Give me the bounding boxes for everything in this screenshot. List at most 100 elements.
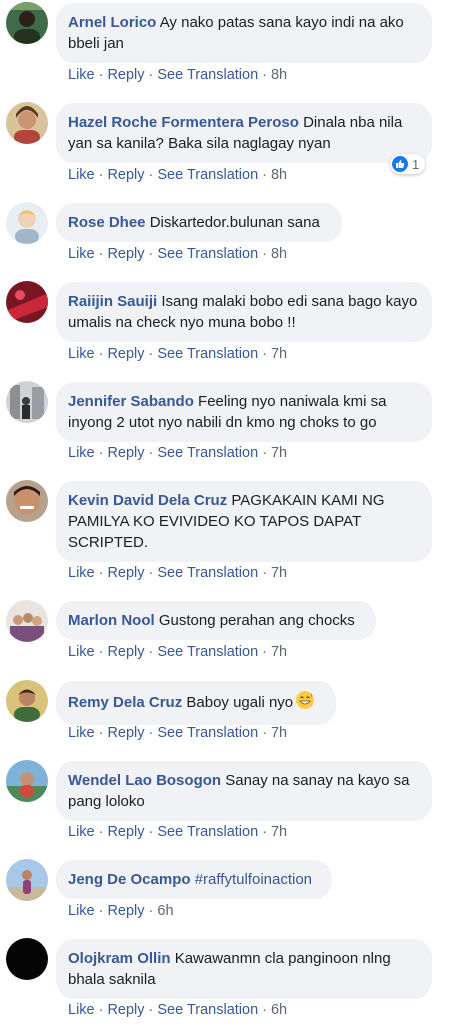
comment-author[interactable]: Olojkram Ollin bbox=[68, 950, 171, 967]
separator: · bbox=[262, 1002, 267, 1018]
avatar[interactable] bbox=[6, 2, 48, 44]
separator: · bbox=[262, 565, 267, 581]
comment-bubble: Marlon Nool Gustong perahan ang chocks bbox=[56, 601, 376, 640]
separator: · bbox=[148, 67, 154, 83]
separator: · bbox=[262, 246, 267, 262]
avatar[interactable] bbox=[6, 859, 48, 901]
comment-timestamp[interactable]: 7h bbox=[271, 644, 287, 660]
like-link[interactable]: Like bbox=[68, 565, 95, 581]
separator: · bbox=[98, 903, 104, 919]
comment-actions: Like · Reply · See Translation · 7h bbox=[68, 824, 287, 840]
separator: · bbox=[98, 445, 104, 461]
comment-author[interactable]: Hazel Roche Formentera Peroso bbox=[68, 114, 299, 131]
separator: · bbox=[262, 725, 267, 741]
reaction-count-badge[interactable]: 1 bbox=[390, 154, 426, 174]
like-link[interactable]: Like bbox=[68, 1002, 95, 1018]
see-translation-link[interactable]: See Translation bbox=[157, 1002, 258, 1018]
comment-bubble: Hazel Roche Formentera Peroso Dinala nba… bbox=[56, 103, 432, 163]
comment-timestamp[interactable]: 6h bbox=[157, 903, 173, 919]
see-translation-link[interactable]: See Translation bbox=[157, 246, 258, 262]
comment-text: Gustong perahan ang chocks bbox=[158, 612, 355, 629]
separator: · bbox=[262, 67, 267, 83]
like-link[interactable]: Like bbox=[68, 445, 95, 461]
separator: · bbox=[148, 167, 154, 183]
comment-author[interactable]: Wendel Lao Bosogon bbox=[68, 772, 221, 789]
separator: · bbox=[148, 445, 154, 461]
comment-author[interactable]: Jeng De Ocampo bbox=[68, 871, 191, 888]
like-link[interactable]: Like bbox=[68, 725, 95, 741]
comment-author[interactable]: Rose Dhee bbox=[68, 214, 146, 231]
like-link[interactable]: Like bbox=[68, 67, 95, 83]
see-translation-link[interactable]: See Translation bbox=[157, 565, 258, 581]
see-translation-link[interactable]: See Translation bbox=[157, 725, 258, 741]
avatar[interactable] bbox=[6, 480, 48, 522]
reply-link[interactable]: Reply bbox=[107, 903, 144, 919]
comment-author[interactable]: Remy Dela Cruz bbox=[68, 694, 182, 711]
comment-bubble: Arnel Lorico Ay nako patas sana kayo ind… bbox=[56, 3, 432, 63]
like-link[interactable]: Like bbox=[68, 167, 95, 183]
separator: · bbox=[262, 346, 267, 362]
separator: · bbox=[148, 644, 154, 660]
see-translation-link[interactable]: See Translation bbox=[157, 67, 258, 83]
comment-author[interactable]: Raiijin Sauiji bbox=[68, 293, 157, 310]
separator: · bbox=[98, 346, 104, 362]
comment-actions: Like · Reply · See Translation · 8h bbox=[68, 167, 287, 183]
avatar[interactable] bbox=[6, 760, 48, 802]
avatar[interactable] bbox=[6, 938, 48, 980]
separator: · bbox=[148, 903, 154, 919]
comment-author[interactable]: Marlon Nool bbox=[68, 612, 155, 629]
comment-timestamp[interactable]: 7h bbox=[271, 565, 287, 581]
avatar[interactable] bbox=[6, 381, 48, 423]
reply-link[interactable]: Reply bbox=[107, 445, 144, 461]
comment-actions: Like · Reply · See Translation · 7h bbox=[68, 644, 287, 660]
avatar[interactable] bbox=[6, 600, 48, 642]
comment-timestamp[interactable]: 7h bbox=[271, 725, 287, 741]
like-link[interactable]: Like bbox=[68, 246, 95, 262]
avatar[interactable] bbox=[6, 102, 48, 144]
comment-bubble: Wendel Lao Bosogon Sanay na sanay na kay… bbox=[56, 761, 432, 821]
see-translation-link[interactable]: See Translation bbox=[157, 445, 258, 461]
avatar[interactable] bbox=[6, 680, 48, 722]
comment-timestamp[interactable]: 7h bbox=[271, 445, 287, 461]
comment-bubble: Rose Dhee Diskartedor.bulunan sana bbox=[56, 203, 342, 242]
comment-bubble: Olojkram Ollin Kawawanmn cla panginoon n… bbox=[56, 939, 432, 999]
thumbs-up-icon bbox=[392, 156, 408, 172]
comment-timestamp[interactable]: 6h bbox=[271, 1002, 287, 1018]
reply-link[interactable]: Reply bbox=[107, 644, 144, 660]
reply-link[interactable]: Reply bbox=[107, 67, 144, 83]
comment-timestamp[interactable]: 8h bbox=[271, 67, 287, 83]
comment-text: Diskartedor.bulunan sana bbox=[149, 214, 320, 231]
avatar[interactable] bbox=[6, 202, 48, 244]
hashtag-link[interactable]: #raffytulfoinaction bbox=[195, 871, 312, 888]
like-link[interactable]: Like bbox=[68, 903, 95, 919]
comment-bubble: Raiijin Sauiji Isang malaki bobo edi san… bbox=[56, 282, 432, 342]
reply-link[interactable]: Reply bbox=[107, 565, 144, 581]
comment-text: Baboy ugali nyo bbox=[186, 694, 294, 711]
see-translation-link[interactable]: See Translation bbox=[157, 346, 258, 362]
comment-author[interactable]: Kevin David Dela Cruz bbox=[68, 492, 227, 509]
see-translation-link[interactable]: See Translation bbox=[157, 167, 258, 183]
avatar[interactable] bbox=[6, 281, 48, 323]
comment-actions: Like · Reply · See Translation · 8h bbox=[68, 246, 287, 262]
reply-link[interactable]: Reply bbox=[107, 824, 144, 840]
reply-link[interactable]: Reply bbox=[107, 725, 144, 741]
separator: · bbox=[98, 824, 104, 840]
reply-link[interactable]: Reply bbox=[107, 346, 144, 362]
reply-link[interactable]: Reply bbox=[107, 1002, 144, 1018]
comment-timestamp[interactable]: 8h bbox=[271, 167, 287, 183]
see-translation-link[interactable]: See Translation bbox=[157, 644, 258, 660]
see-translation-link[interactable]: See Translation bbox=[157, 824, 258, 840]
comment-timestamp[interactable]: 8h bbox=[271, 246, 287, 262]
like-link[interactable]: Like bbox=[68, 824, 95, 840]
like-link[interactable]: Like bbox=[68, 346, 95, 362]
comment-timestamp[interactable]: 7h bbox=[271, 346, 287, 362]
reply-link[interactable]: Reply bbox=[107, 246, 144, 262]
comment-timestamp[interactable]: 7h bbox=[271, 824, 287, 840]
comment-bubble: Remy Dela Cruz Baboy ugali nyo bbox=[56, 681, 336, 725]
comment-author[interactable]: Jennifer Sabando bbox=[68, 393, 194, 410]
separator: · bbox=[148, 565, 154, 581]
comment-author[interactable]: Arnel Lorico bbox=[68, 14, 156, 31]
separator: · bbox=[148, 824, 154, 840]
reply-link[interactable]: Reply bbox=[107, 167, 144, 183]
like-link[interactable]: Like bbox=[68, 644, 95, 660]
